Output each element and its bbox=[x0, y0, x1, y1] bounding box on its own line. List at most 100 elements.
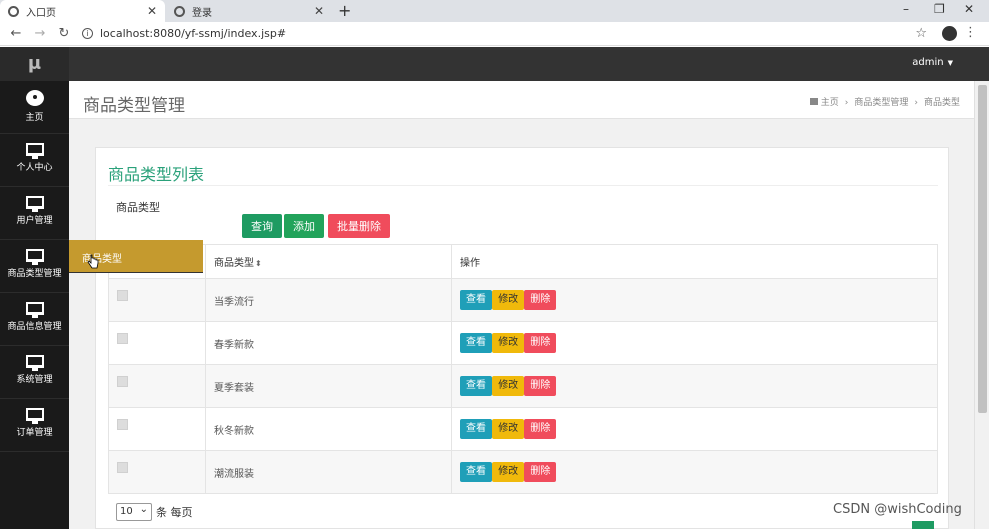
sidebar-item-label: 系统管理 bbox=[16, 375, 53, 385]
browser-tab[interactable]: 登录 ✕ bbox=[166, 0, 332, 22]
row-checkbox[interactable] bbox=[117, 462, 128, 473]
sidebar-item-product-type-management[interactable]: 商品类型管理 bbox=[0, 240, 69, 293]
monitor-icon bbox=[25, 408, 44, 424]
bulk-delete-button[interactable]: 批量删除 bbox=[328, 214, 390, 238]
scrollbar-thumb[interactable] bbox=[978, 85, 987, 413]
monitor-icon bbox=[25, 355, 44, 371]
edit-button[interactable]: 修改 bbox=[492, 462, 525, 482]
minimize-icon[interactable]: – bbox=[903, 2, 909, 16]
reload-icon[interactable]: ↻ bbox=[56, 26, 72, 41]
view-button[interactable]: 查看 bbox=[460, 419, 492, 439]
edit-button[interactable]: 修改 bbox=[492, 419, 525, 439]
column-header-type[interactable]: 商品类型⬍ bbox=[205, 244, 452, 279]
edit-button[interactable]: 修改 bbox=[492, 376, 525, 396]
row-checkbox[interactable] bbox=[117, 333, 128, 344]
sidebar-item-user-management[interactable]: 用户管理 bbox=[0, 187, 69, 240]
breadcrumb-home[interactable]: 主页 bbox=[821, 98, 839, 108]
view-button[interactable]: 查看 bbox=[460, 290, 492, 310]
sidebar-item-home[interactable]: 主页 bbox=[0, 81, 69, 134]
browser-tab-active[interactable]: 入口页 ✕ bbox=[0, 0, 165, 22]
delete-button[interactable]: 删除 bbox=[524, 290, 557, 310]
table-row: 潮流服装 查看 修改 删除 bbox=[108, 450, 938, 494]
page-title: 商品类型管理 bbox=[83, 96, 185, 116]
page-size-suffix: 条 每页 bbox=[156, 506, 193, 519]
search-label: 商品类型 bbox=[116, 201, 160, 214]
row-checkbox[interactable] bbox=[117, 290, 128, 301]
forward-arrow-icon[interactable]: → bbox=[32, 26, 48, 41]
sort-icon: ⬍ bbox=[255, 259, 262, 268]
row-checkbox[interactable] bbox=[117, 419, 128, 430]
close-tab-icon[interactable]: ✕ bbox=[314, 4, 324, 18]
delete-button[interactable]: 删除 bbox=[524, 462, 557, 482]
globe-icon bbox=[8, 5, 19, 17]
table-row: 秋冬新款 查看 修改 删除 bbox=[108, 407, 938, 451]
menu-kebab-icon[interactable]: ⋮ bbox=[964, 25, 977, 40]
title-bar: 商品类型管理 主页 › 商品类型管理 › 商品类型 bbox=[69, 81, 974, 119]
pagination: 10 条 每页 bbox=[116, 502, 193, 521]
add-button[interactable]: 添加 bbox=[284, 214, 324, 238]
home-icon bbox=[809, 98, 818, 105]
type-cell: 当季流行 bbox=[205, 278, 452, 322]
breadcrumb-current: 商品类型 bbox=[923, 98, 960, 108]
globe-icon bbox=[174, 5, 185, 17]
query-button[interactable]: 查询 bbox=[242, 214, 282, 238]
bookmark-star-icon[interactable]: ☆ bbox=[915, 26, 927, 41]
table-row: 夏季套装 查看 修改 删除 bbox=[108, 364, 938, 408]
sidebar-item-label: 主页 bbox=[25, 113, 44, 123]
edit-button[interactable]: 修改 bbox=[492, 290, 525, 310]
view-button[interactable]: 查看 bbox=[460, 462, 492, 482]
user-menu[interactable]: admin ▼ bbox=[912, 57, 953, 68]
delete-button[interactable]: 删除 bbox=[524, 333, 557, 353]
close-window-icon[interactable]: ✕ bbox=[964, 2, 974, 16]
type-cell: 夏季套装 bbox=[205, 364, 452, 408]
back-arrow-icon[interactable]: ← bbox=[8, 26, 24, 41]
delete-button[interactable]: 删除 bbox=[524, 376, 557, 396]
list-panel: 商品类型列表 商品类型 查询 添加 批量删除 商品类型⬍ 操作 当季流行 查看 bbox=[95, 147, 949, 529]
monitor-icon bbox=[25, 196, 44, 212]
close-tab-icon[interactable]: ✕ bbox=[147, 4, 157, 18]
type-cell: 秋冬新款 bbox=[205, 407, 452, 451]
sidebar-item-personal-center[interactable]: 个人中心 bbox=[0, 134, 69, 187]
breadcrumb: 主页 › 商品类型管理 › 商品类型 bbox=[809, 95, 960, 108]
url-field[interactable]: i localhost:8080/yf-ssmj/index.jsp# bbox=[82, 27, 286, 40]
search-input[interactable] bbox=[116, 214, 236, 238]
delete-button[interactable]: 删除 bbox=[524, 419, 557, 439]
view-button[interactable]: 查看 bbox=[460, 376, 492, 396]
tab-title: 登录 bbox=[192, 7, 212, 19]
breadcrumb-section[interactable]: 商品类型管理 bbox=[854, 98, 908, 108]
breadcrumb-separator: › bbox=[914, 98, 918, 108]
row-checkbox[interactable] bbox=[117, 376, 128, 387]
username: admin bbox=[912, 57, 944, 68]
type-cell: 春季新款 bbox=[205, 321, 452, 365]
watermark: CSDN @wishCoding bbox=[833, 502, 962, 517]
panel-title: 商品类型列表 bbox=[108, 165, 205, 184]
browser-tab-bar: 入口页 ✕ 登录 ✕ + – ❐ ✕ bbox=[0, 0, 989, 22]
sidebar-item-label: 用户管理 bbox=[16, 216, 53, 226]
caret-down-icon: ▼ bbox=[947, 59, 953, 67]
sidebar-item-label: 订单管理 bbox=[16, 428, 53, 438]
page-scrollbar[interactable] bbox=[974, 81, 989, 529]
product-type-table: 商品类型⬍ 操作 当季流行 查看 修改 删除 春季新款 查看 修改 删除 夏季套… bbox=[108, 244, 938, 494]
partial-button[interactable] bbox=[912, 521, 934, 529]
tab-title: 入口页 bbox=[26, 7, 56, 19]
url-text: localhost:8080/yf-ssmj/index.jsp# bbox=[100, 27, 287, 40]
column-header-actions: 操作 bbox=[451, 244, 938, 279]
page-size-select[interactable]: 10 bbox=[116, 502, 152, 521]
new-tab-button[interactable]: + bbox=[338, 1, 351, 20]
sidebar-item-order-management[interactable]: 订单管理 bbox=[0, 399, 69, 452]
sidebar-item-system-management[interactable]: 系统管理 bbox=[0, 346, 69, 399]
monitor-icon bbox=[25, 302, 44, 318]
view-button[interactable]: 查看 bbox=[460, 333, 492, 353]
dashboard-icon bbox=[25, 90, 44, 106]
table-row: 当季流行 查看 修改 删除 bbox=[108, 278, 938, 322]
info-icon[interactable]: i bbox=[82, 28, 93, 39]
hand-cursor-icon bbox=[87, 254, 99, 269]
divider bbox=[108, 185, 938, 186]
edit-button[interactable]: 修改 bbox=[492, 333, 525, 353]
app-logo: μ bbox=[0, 47, 69, 81]
account-icon[interactable] bbox=[942, 26, 957, 41]
restore-icon[interactable]: ❐ bbox=[934, 2, 945, 16]
sidebar: 主页 个人中心 用户管理 商品类型管理 商品信息管理 系统管理 订单管理 bbox=[0, 81, 69, 529]
type-cell: 潮流服装 bbox=[205, 450, 452, 494]
sidebar-item-product-info-management[interactable]: 商品信息管理 bbox=[0, 293, 69, 346]
